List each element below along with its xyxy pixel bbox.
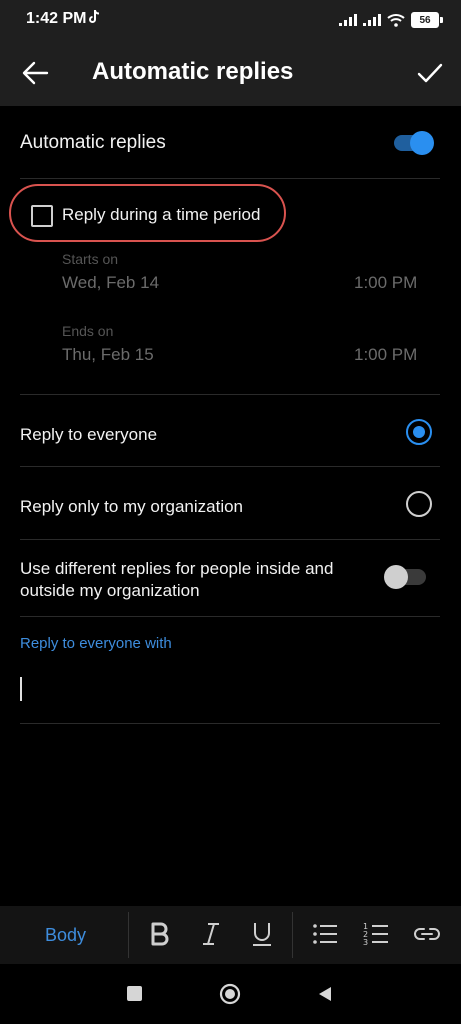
arrow-left-icon [22, 61, 49, 85]
signal-icon [339, 14, 357, 26]
home-circle-icon [219, 983, 241, 1005]
automatic-replies-label: Automatic replies [20, 132, 166, 153]
reply-org-label[interactable]: Reply only to my organization [20, 497, 243, 517]
svg-text:3: 3 [363, 938, 368, 947]
bold-button[interactable] [146, 920, 174, 948]
body-style-button[interactable]: Body [45, 925, 86, 946]
ends-date[interactable]: Thu, Feb 15 [62, 345, 154, 365]
insert-link-button[interactable] [413, 920, 441, 948]
bullet-list-icon [313, 924, 337, 944]
reply-everyone-label[interactable]: Reply to everyone [20, 425, 157, 445]
signal-icon-2 [363, 14, 381, 26]
numbered-list-button[interactable]: 123 [362, 920, 390, 948]
underline-icon [253, 923, 271, 946]
different-replies-label: Use different replies for people inside … [20, 558, 333, 602]
toggle-knob [410, 131, 434, 155]
tiktok-icon [88, 9, 102, 29]
page-title: Automatic replies [92, 58, 294, 85]
radio-dot [413, 426, 425, 438]
different-replies-line2: outside my organization [20, 581, 200, 600]
time-period-checkbox[interactable] [31, 205, 53, 227]
reply-message-label: Reply to everyone with [20, 635, 172, 652]
time-period-label[interactable]: Reply during a time period [62, 205, 260, 225]
text-cursor [20, 677, 22, 701]
divider [20, 539, 440, 540]
battery-icon: 56 [411, 12, 443, 28]
reply-everyone-radio[interactable] [406, 419, 432, 445]
toolbar-separator [128, 912, 129, 958]
italic-button[interactable] [197, 920, 225, 948]
italic-icon [203, 923, 219, 945]
toolbar-separator [292, 912, 293, 958]
status-time: 1:42 PM [26, 10, 87, 27]
confirm-button[interactable] [414, 57, 446, 89]
battery-level: 56 [419, 14, 431, 26]
numbered-list-icon: 123 [363, 922, 388, 947]
divider [20, 616, 440, 617]
starts-time[interactable]: 1:00 PM [354, 273, 417, 293]
wifi-icon [387, 14, 405, 27]
divider [20, 394, 440, 395]
status-icons: 56 [339, 12, 443, 28]
divider [20, 723, 440, 724]
bold-icon [151, 922, 169, 946]
back-nav-button[interactable] [316, 985, 334, 1003]
back-button[interactable] [20, 57, 52, 89]
automatic-replies-toggle[interactable] [394, 131, 436, 155]
triangle-back-icon [319, 987, 331, 1001]
divider [20, 466, 440, 467]
reply-org-radio[interactable] [406, 491, 432, 517]
ends-on-label: Ends on [62, 323, 114, 339]
link-icon [414, 928, 440, 940]
home-button[interactable] [219, 983, 241, 1005]
recents-button[interactable] [127, 986, 142, 1001]
different-replies-toggle[interactable] [384, 565, 428, 589]
ends-time[interactable]: 1:00 PM [354, 345, 417, 365]
starts-on-label: Starts on [62, 251, 119, 267]
bullet-list-button[interactable] [311, 920, 339, 948]
reply-message-input[interactable] [20, 665, 440, 715]
check-icon [417, 63, 443, 83]
divider [20, 178, 440, 179]
toggle-knob [384, 565, 408, 589]
starts-date[interactable]: Wed, Feb 14 [62, 273, 159, 293]
underline-button[interactable] [248, 920, 276, 948]
different-replies-line1: Use different replies for people inside … [20, 559, 334, 578]
